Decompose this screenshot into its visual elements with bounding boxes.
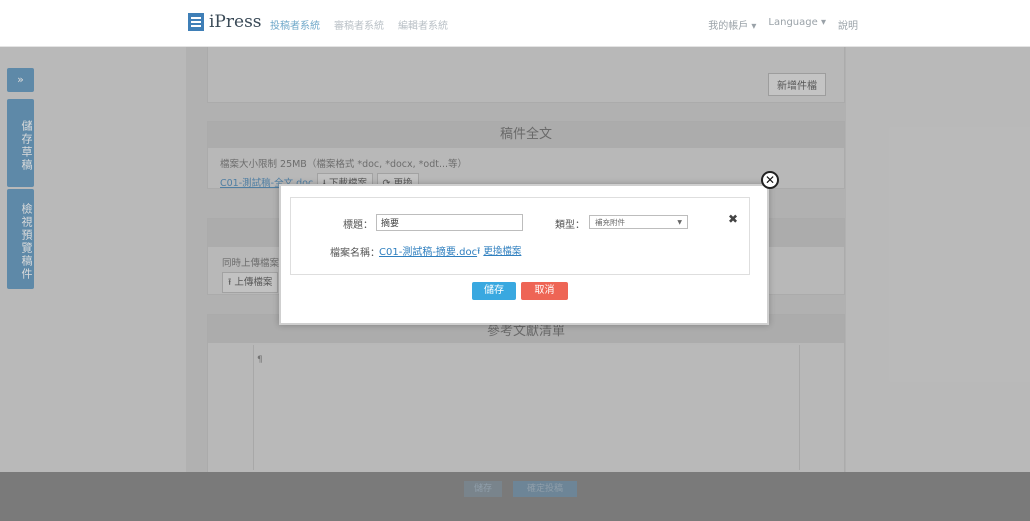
edit-attachment-modal: 標題： 類型： 補充附件 ▼ ✖ 檔案名稱： C01-測試稿-摘要.doc ⭱ … [279, 184, 769, 325]
nav-editor-system[interactable]: 編輯者系統 [398, 17, 448, 32]
close-icon[interactable]: ✕ [761, 171, 779, 189]
help-link[interactable]: 說明 [838, 17, 858, 32]
filename-label: 檔案名稱： [330, 248, 380, 259]
account-menu-label: 我的帳戶 [708, 21, 749, 32]
caret-down-icon: ▼ [677, 219, 682, 226]
language-menu-label: Language [768, 17, 818, 28]
account-menu[interactable]: 我的帳戶 ▾ [708, 17, 756, 32]
save-button[interactable]: 儲存 [472, 282, 516, 300]
replace-file-link[interactable]: ⭱ 更換檔案 [477, 243, 521, 260]
cancel-button[interactable]: 取消 [521, 282, 568, 300]
type-label: 類型： [555, 220, 585, 231]
nav-reviewer-system[interactable]: 審稿者系統 [334, 17, 384, 32]
top-navbar: iPress 投稿者系統 審稿者系統 編輯者系統 我的帳戶 ▾ Language… [0, 0, 1030, 47]
user-menu: 我的帳戶 ▾ Language ▾ 說明 [708, 17, 858, 32]
ipress-logo-icon [188, 13, 204, 31]
chevron-down-icon: ▾ [751, 21, 757, 32]
language-menu[interactable]: Language ▾ [768, 17, 826, 32]
title-label: 標題： [343, 220, 373, 231]
chevron-down-icon: ▾ [820, 17, 826, 28]
filename-link[interactable]: C01-測試稿-摘要.doc [379, 243, 477, 258]
title-input[interactable] [376, 214, 523, 231]
remove-attachment-icon[interactable]: ✖ [728, 212, 738, 226]
replace-file-label: 更換檔案 [483, 246, 522, 257]
ipress-logo[interactable]: iPress [188, 12, 262, 32]
nav-author-system[interactable]: 投稿者系統 [270, 17, 320, 32]
main-nav: 投稿者系統 審稿者系統 編輯者系統 [270, 17, 448, 32]
attachment-form: 標題： 類型： 補充附件 ▼ ✖ 檔案名稱： C01-測試稿-摘要.doc ⭱ … [290, 197, 750, 275]
logo-text: iPress [209, 12, 262, 32]
upload-icon: ⭱ [477, 246, 481, 257]
type-select[interactable]: 補充附件 ▼ [589, 215, 688, 229]
type-selected-value: 補充附件 [595, 218, 625, 227]
